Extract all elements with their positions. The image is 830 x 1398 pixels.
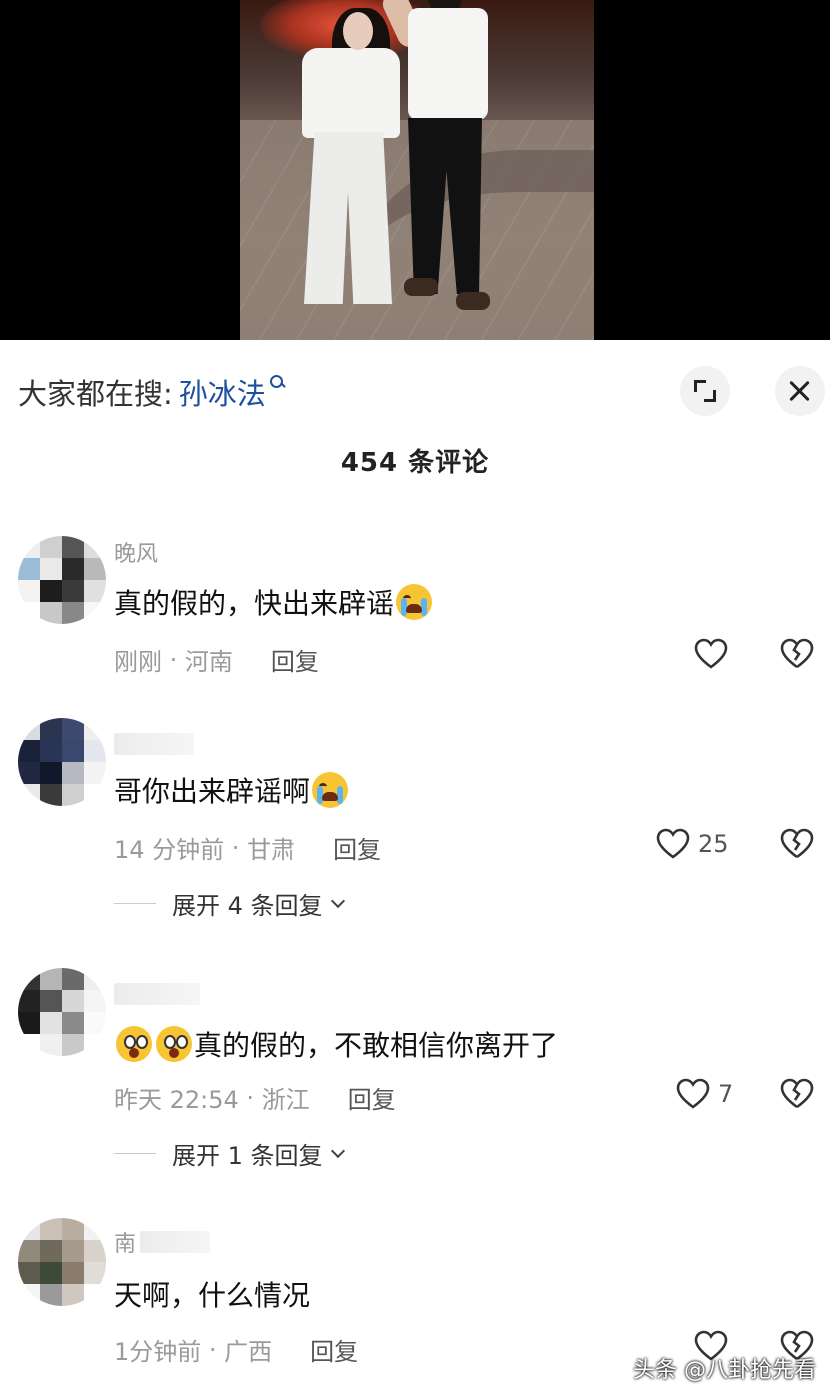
comment-text-content: 真的假的，快出来辟谣 [114,587,395,620]
trending-search-term[interactable]: 孙冰法 [179,371,266,413]
comment-username-text: 南 [114,1232,137,1257]
heart-icon [694,638,728,669]
comment-time: 昨天 22:54 [114,1086,239,1114]
comment-meta: 昨天 22:54 · 浙江 回复 [114,1080,396,1115]
like-count: 7 [718,1080,734,1108]
reply-button[interactable]: 回复 [310,1332,358,1367]
comment-text-content: 真的假的，不敢相信你离开了 [194,1029,559,1062]
avatar[interactable] [18,968,106,1056]
comment-meta: 1分钟前 · 广西 回复 [114,1332,358,1367]
comment-time: 刚刚 [114,648,162,676]
comment-location: 河南 [184,648,233,676]
loudly-crying-face-emoji-icon [312,772,349,808]
divider [114,903,156,904]
expand-replies-button[interactable]: 展开 1 条回复 [114,1136,345,1171]
watermark: 头条 @八卦抢先看 [633,1358,816,1383]
like-button[interactable] [694,638,728,670]
reply-button[interactable]: 回复 [271,642,319,677]
blurred-username [114,983,200,1005]
comment-location: 广西 [224,1338,273,1366]
comment-text: 真的假的，快出来辟谣 [114,582,434,622]
broken-heart-icon[interactable] [780,828,814,860]
chevron-down-icon [330,1143,345,1158]
comment-username[interactable]: 晚风 [114,538,158,567]
blurred-username [114,733,194,755]
blurred-username [140,1231,211,1253]
shocked-face-emoji-icon [116,1026,152,1062]
chevron-down-icon [330,893,345,908]
like-count: 25 [698,830,729,858]
video-player[interactable] [0,0,830,340]
broken-heart-icon[interactable] [780,1078,814,1110]
expand-replies-label: 展开 4 条回复 [172,892,323,920]
avatar[interactable] [18,1218,106,1306]
broken-heart-icon[interactable] [780,638,814,670]
reply-button[interactable]: 回复 [333,830,381,865]
close-button[interactable] [775,366,825,416]
comment-text: 哥你出来辟谣啊 [114,770,350,810]
crying-face-emoji-icon [396,584,433,620]
search-icon [268,373,286,395]
avatar[interactable] [18,718,106,806]
comment-location: 浙江 [261,1086,310,1114]
comment-username[interactable] [114,980,200,1008]
heart-icon [676,1078,710,1109]
trending-search[interactable]: 大家都在搜: 孙冰法 [18,370,286,414]
heart-icon [656,828,690,859]
trending-search-prefix: 大家都在搜: [18,377,173,411]
comment-text-content: 哥你出来辟谣啊 [114,775,311,808]
expand-replies-label: 展开 1 条回复 [172,1142,323,1170]
expand-replies-button[interactable]: 展开 4 条回复 [114,886,345,921]
comment-text: 真的假的，不敢相信你离开了 [114,1024,558,1064]
comment-meta: 14 分钟前 · 甘肃 回复 [114,830,381,865]
shocked-face-emoji-icon [156,1026,192,1062]
divider [114,1153,156,1154]
video-frame-image [240,0,594,340]
comment-text-content: 天啊，什么情况 [114,1279,311,1312]
comment-text: 天啊，什么情况 [114,1274,310,1314]
comment-location: 甘肃 [247,836,296,864]
reply-button[interactable]: 回复 [348,1080,396,1115]
comment-meta: 刚刚 · 河南 回复 [114,642,319,677]
comment-username[interactable] [114,730,194,758]
like-button[interactable]: 7 [676,1078,733,1110]
comment-time: 1分钟前 [114,1338,202,1366]
like-button[interactable]: 25 [656,828,729,860]
comment-time: 14 分钟前 [114,836,225,864]
expand-sheet-button[interactable] [680,366,730,416]
comments-sheet: 大家都在搜: 孙冰法 454 条评论 晚风 真的假的，快出来辟谣 刚刚 · 河南 [0,340,830,1398]
comments-count-title: 454 条评论 [340,448,490,478]
close-icon [788,379,812,403]
expand-icon [694,380,716,402]
comment-username[interactable]: 南 [114,1228,211,1257]
avatar[interactable] [18,536,106,624]
